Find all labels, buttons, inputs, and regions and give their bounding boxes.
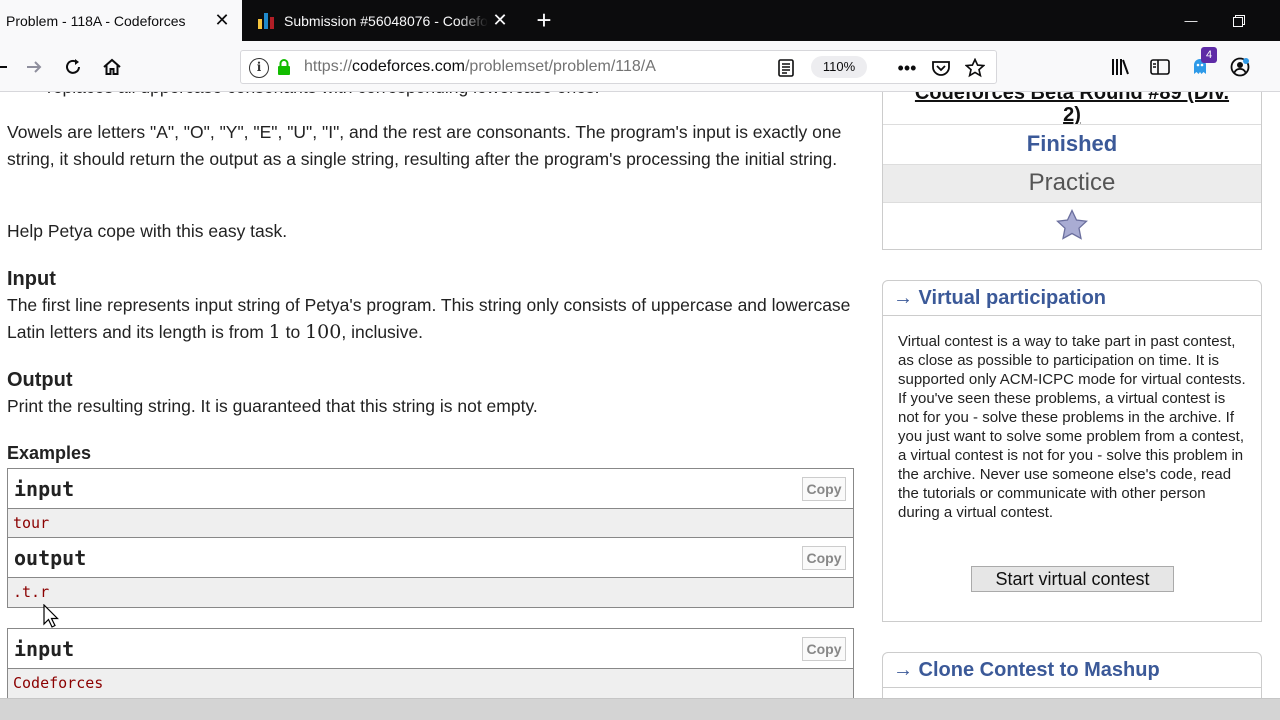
box-caption: → Virtual participation — [883, 281, 1261, 316]
tab-problem[interactable]: Problem - 118A - Codeforces ✕ — [0, 0, 242, 41]
zoom-level[interactable]: 110% — [811, 56, 867, 78]
reload-icon[interactable] — [59, 53, 87, 81]
input-spec-text: , inclusive. — [341, 321, 424, 342]
pocket-icon[interactable] — [929, 56, 953, 80]
help-paragraph: Help Petya cope with this easy task. — [7, 221, 288, 241]
extension-icon[interactable]: 4 — [1186, 47, 1217, 81]
start-virtual-contest-button[interactable]: Start virtual contest — [971, 566, 1174, 592]
example-output-header: output Copy — [8, 538, 853, 578]
tab-title: Problem - 118A - Codeforces — [6, 12, 186, 29]
contest-status: Finished — [883, 124, 1261, 164]
output-spec: Print the resulting string. It is guaran… — [7, 396, 538, 416]
tab-bar: Problem - 118A - Codeforces ✕ Submission… — [0, 0, 1280, 41]
example-1: input Copy tour output Copy .t.r — [7, 468, 854, 608]
clone-mashup-box: → Clone Contest to Mashup — [882, 652, 1262, 698]
favorite-star[interactable] — [883, 202, 1261, 248]
examples-title: Examples — [7, 443, 92, 463]
home-icon[interactable] — [98, 53, 126, 81]
url-scheme: https:// — [304, 58, 353, 75]
vowels-paragraph: Vowels are letters "A", "O", "Y", "E", "… — [7, 122, 842, 169]
info-icon[interactable]: i — [249, 58, 269, 78]
contest-info-box: Codeforces Beta Round #89 (Div. 2) Finis… — [882, 92, 1262, 250]
example-input-label: input — [14, 637, 75, 661]
back-icon[interactable] — [0, 53, 14, 81]
lock-icon[interactable] — [277, 59, 291, 75]
restore-icon[interactable] — [1216, 0, 1262, 41]
example-input-label: input — [14, 477, 75, 501]
new-tab-icon[interactable]: + — [530, 6, 558, 34]
tab-title: Submission #56048076 - Codeforces — [284, 12, 488, 29]
copy-button[interactable]: Copy — [802, 546, 846, 570]
url-path: /problemset/problem/118/A — [464, 58, 656, 75]
reader-view-icon[interactable] — [776, 58, 796, 78]
page-content: replaces all uppercase consonants with c… — [0, 92, 1280, 698]
minimize-icon[interactable]: — — [1168, 0, 1214, 41]
contest-phase: Practice — [883, 164, 1261, 202]
sidebar-toggle-icon[interactable] — [1146, 53, 1174, 81]
close-icon[interactable]: ✕ — [488, 9, 512, 33]
forward-icon[interactable] — [20, 53, 48, 81]
example-input-value[interactable]: tour — [8, 509, 853, 538]
virtual-description: Virtual contest is a way to take part in… — [898, 333, 1246, 521]
url-bar[interactable]: i https://codeforces.com/problemset/prob… — [240, 50, 997, 84]
horizontal-scrollbar[interactable] — [0, 698, 1280, 720]
example-input-value[interactable]: Codeforces — [8, 669, 853, 698]
input-spec-text: to — [280, 321, 306, 342]
contest-name-link[interactable]: Codeforces Beta Round #89 (Div. 2) — [883, 92, 1261, 126]
example-output-value[interactable]: .t.r — [8, 578, 853, 607]
codeforces-favicon-icon — [258, 12, 274, 29]
example-input-header: input Copy — [8, 629, 853, 669]
copy-button[interactable]: Copy — [802, 477, 846, 501]
virtual-participation-box: → Virtual participation Virtual contest … — [882, 280, 1262, 622]
bookmark-star-icon[interactable] — [963, 56, 987, 80]
contest-name-line: Codeforces Beta Round #89 (Div. — [914, 92, 1230, 104]
contest-name-line: 2) — [1063, 104, 1081, 126]
tab-submission[interactable]: Submission #56048076 - Codeforces ✕ — [242, 0, 520, 41]
input-spec-text: The first line represents input string o… — [7, 295, 851, 342]
more-actions-icon[interactable]: ••• — [895, 56, 919, 80]
input-spec: The first line represents input string o… — [7, 292, 857, 345]
box-caption: → Clone Contest to Mashup — [883, 653, 1261, 688]
nav-bar: i https://codeforces.com/problemset/prob… — [0, 41, 1280, 92]
example-input-header: input Copy — [8, 469, 853, 509]
notification-badge: 4 — [1201, 47, 1217, 63]
account-icon[interactable] — [1226, 53, 1254, 81]
url-host: codeforces.com — [352, 58, 465, 75]
library-icon[interactable] — [1107, 53, 1135, 81]
copy-button[interactable]: Copy — [802, 637, 846, 661]
math-min-length: 1 — [268, 320, 281, 343]
input-section-title: Input — [7, 268, 56, 290]
example-output-label: output — [14, 546, 87, 570]
example-2: input Copy Codeforces — [7, 628, 854, 698]
star-icon[interactable] — [1055, 208, 1089, 241]
close-icon[interactable]: ✕ — [210, 9, 234, 33]
partial-text-line: replaces all uppercase consonants with c… — [47, 92, 600, 101]
math-max-length: 100 — [305, 320, 342, 343]
url-text[interactable]: https://codeforces.com/problemset/proble… — [304, 58, 656, 76]
output-section-title: Output — [7, 369, 73, 391]
mouse-cursor-icon — [43, 604, 59, 628]
